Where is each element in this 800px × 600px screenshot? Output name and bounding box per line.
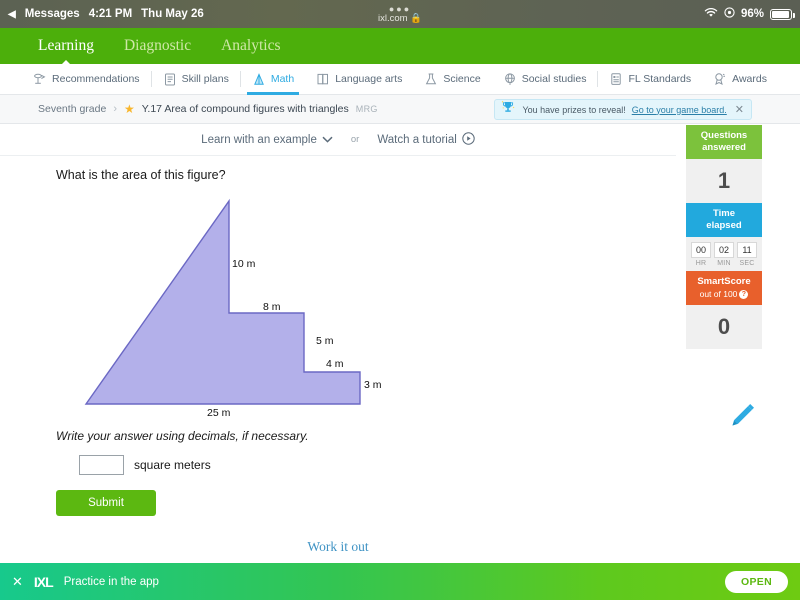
learn-row-or: or [350,134,360,145]
back-arrow-icon[interactable]: ◀ [8,9,16,20]
status-date: Thu May 26 [141,8,204,20]
address-bar-url[interactable]: ixl.com 🔒 [378,13,422,24]
chevron-down-icon [322,134,333,146]
figure-diagram: 10 m 8 m 5 m 4 m 3 m 25 m [0,185,676,425]
dimension-label-4m: 4 m [326,358,344,370]
subject-nav-label: Language arts [335,73,403,85]
page-root: ◀ Messages 4:21 PM Thu May 26 ●●● ixl.co… [0,0,800,600]
timer-display: 00 HR 02 MIN 11 SEC [686,237,762,271]
submit-button[interactable]: Submit [56,490,156,516]
answer-input[interactable] [79,455,124,475]
clipboard-icon [163,72,177,86]
standards-icon [609,72,623,86]
subject-nav-social-studies[interactable]: Social studies [492,64,598,95]
learn-row: Learn with an example or Watch a tutoria… [0,124,676,156]
dimension-label-5m: 5 m [316,335,334,347]
flask-icon [424,72,438,86]
answer-instruction: Write your answer using decimals, if nec… [56,429,309,443]
close-icon[interactable]: ✕ [735,103,744,116]
timer-hours: 00 HR [691,242,711,267]
nav-item-learning[interactable]: Learning [38,37,94,55]
timer-minutes: 02 MIN [714,242,734,267]
app-promo-text: Practice in the app [63,575,159,588]
timer-seconds: 11 SEC [737,242,757,267]
ios-status-bar: ◀ Messages 4:21 PM Thu May 26 ●●● ixl.co… [0,0,800,28]
answer-unit-label: square meters [134,458,211,472]
subject-nav-skill-plans[interactable]: Skill plans [152,64,240,95]
tab-overview-dots-icon: ●●● [388,3,412,14]
question-prompt: What is the area of this figure? [56,168,226,182]
award-icon [713,72,727,86]
subject-nav-label: Social studies [521,73,587,85]
subject-nav-science[interactable]: Science [413,64,491,95]
time-elapsed-caption: Time elapsed [686,203,762,237]
nav-item-analytics[interactable]: Analytics [221,37,280,55]
questions-answered-value: 1 [686,159,762,203]
dimension-label-25m: 25 m [207,407,231,419]
dimension-label-10m: 10 m [232,258,256,270]
battery-icon [770,8,795,20]
breadcrumb-skill: Y.17 Area of compound figures with trian… [141,103,349,115]
subject-nav: Recommendations Skill plans Math Languag… [0,64,800,95]
subject-nav-label: Awards [732,73,767,85]
breadcrumb-grade[interactable]: Seventh grade [38,103,106,115]
subject-nav-awards[interactable]: Awards [702,64,778,95]
learn-with-example-button[interactable]: Learn with an example [201,134,333,146]
location-icon [724,7,735,21]
chevron-right-icon: › [113,103,117,115]
smartscore-caption: SmartScore out of 100? [686,271,762,305]
prize-banner: You have prizes to reveal! Go to your ga… [494,99,752,120]
subject-nav-label: FL Standards [628,73,692,85]
book-icon [316,72,330,86]
answer-row: square meters [79,455,211,475]
progress-sidebar: Questions answered 1 Time elapsed 00 HR … [686,125,762,349]
status-time: 4:21 PM [88,8,133,20]
subject-nav-language-arts[interactable]: Language arts [305,64,413,95]
subject-nav-label: Recommendations [52,73,140,85]
close-icon[interactable]: ✕ [12,574,23,590]
compound-polygon [84,198,361,405]
game-board-link[interactable]: Go to your game board. [632,105,727,115]
ixl-logo: IXL [33,573,54,590]
recommendations-icon [33,72,47,86]
battery-percent: 96% [740,8,764,20]
globe-icon [503,72,517,86]
questions-answered-caption: Questions answered [686,125,762,159]
status-bar-right: 96% [704,0,795,28]
compound-figure-svg [84,198,361,405]
star-icon[interactable]: ★ [124,102,135,116]
back-app-label[interactable]: Messages [25,8,80,20]
subject-nav-label: Math [270,73,295,85]
dimension-label-3m: 3 m [364,379,382,391]
primary-nav: Learning Diagnostic Analytics [0,28,800,64]
play-circle-icon [462,131,475,148]
subject-nav-recommendations[interactable]: Recommendations [22,64,151,95]
wifi-icon [704,7,718,21]
smartscore-value: 0 [686,305,762,349]
app-promo-banner: ✕ IXL Practice in the app OPEN [0,563,800,600]
breadcrumb-tag: MRG [355,104,378,114]
subject-nav-label: Skill plans [181,73,229,85]
nav-item-diagnostic[interactable]: Diagnostic [124,37,191,55]
watch-tutorial-button[interactable]: Watch a tutorial [377,131,475,148]
compass-icon [252,72,266,86]
subject-nav-fl-standards[interactable]: FL Standards [598,64,702,95]
status-bar-left: ◀ Messages 4:21 PM Thu May 26 [0,8,204,20]
prize-banner-text: You have prizes to reveal! [522,104,626,115]
pencil-icon[interactable] [728,400,758,435]
trophy-icon [500,100,516,119]
work-it-out-link[interactable]: Work it out [0,539,676,555]
subject-nav-math[interactable]: Math [241,64,305,95]
dimension-label-8m: 8 m [263,301,281,313]
help-icon[interactable]: ? [739,290,749,299]
subject-nav-label: Science [443,73,481,85]
lock-icon: 🔒 [410,12,423,24]
open-app-button[interactable]: OPEN [725,570,788,593]
